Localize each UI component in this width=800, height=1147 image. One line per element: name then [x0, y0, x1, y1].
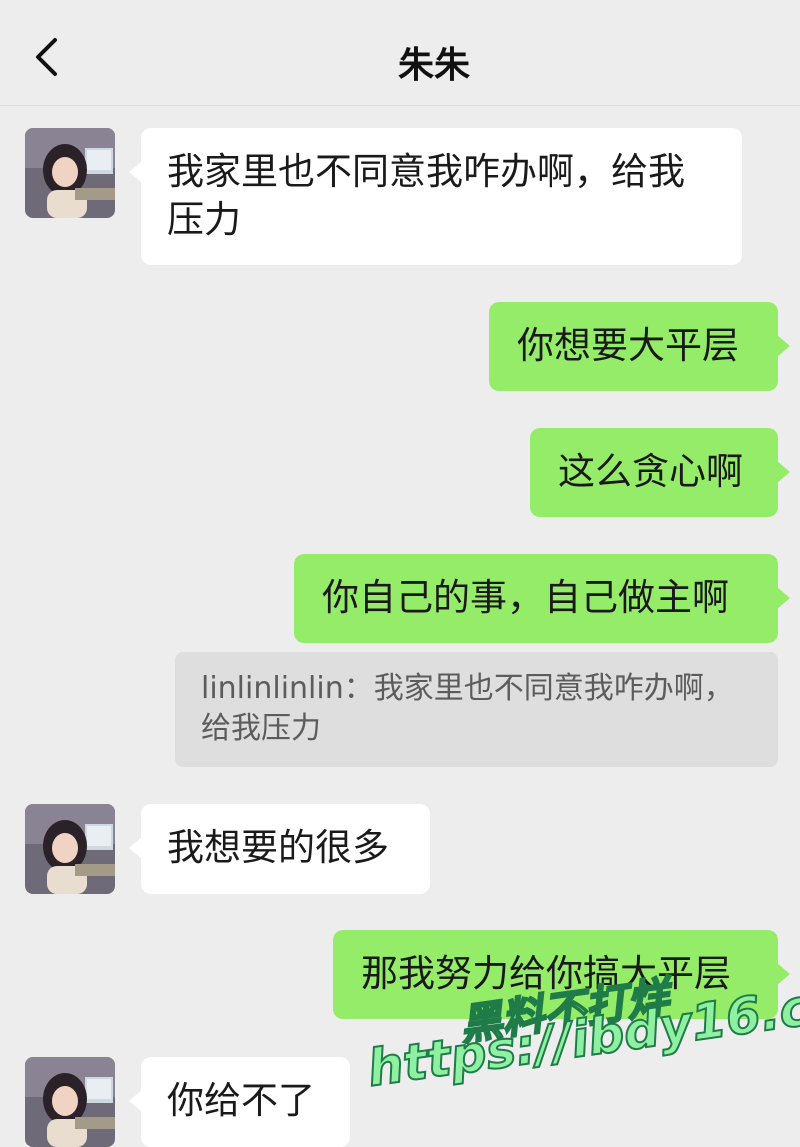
message-text: 你想要大平层 — [517, 324, 739, 367]
message-text: 我家里也不同意我咋办啊，给我压力 — [167, 150, 685, 241]
message-text: 这么贪心啊 — [558, 450, 743, 493]
contact-avatar[interactable] — [25, 128, 115, 218]
chat-title: 朱朱 — [398, 45, 471, 86]
message-bubble-outgoing[interactable]: 你自己的事，自己做主啊 — [294, 554, 790, 643]
message-text: 你给不了 — [167, 1079, 315, 1122]
message-bubble-incoming[interactable]: 我想要的很多 — [129, 804, 430, 894]
message-bubble-outgoing[interactable]: 你想要大平层 — [489, 302, 790, 391]
message-bubble-incoming[interactable]: 你给不了 — [129, 1057, 350, 1147]
back-button[interactable] — [22, 30, 72, 80]
message-text: 你自己的事，自己做主啊 — [322, 576, 729, 619]
chat-header: 朱朱 — [0, 0, 800, 106]
contact-avatar[interactable] — [25, 1057, 115, 1147]
chevron-left-icon — [36, 38, 57, 76]
message-bubble-incoming[interactable]: 我家里也不同意我咋办啊，给我压力 — [129, 128, 742, 265]
quoted-text: linlinlinlin：我家里也不同意我咋办啊，给我压力 — [201, 671, 734, 746]
contact-avatar[interactable] — [25, 804, 115, 894]
message-bubble-outgoing[interactable]: 这么贪心啊 — [530, 428, 790, 517]
message-text: 我想要的很多 — [167, 826, 389, 869]
quoted-message[interactable]: linlinlinlin：我家里也不同意我咋办啊，给我压力 — [175, 652, 778, 767]
